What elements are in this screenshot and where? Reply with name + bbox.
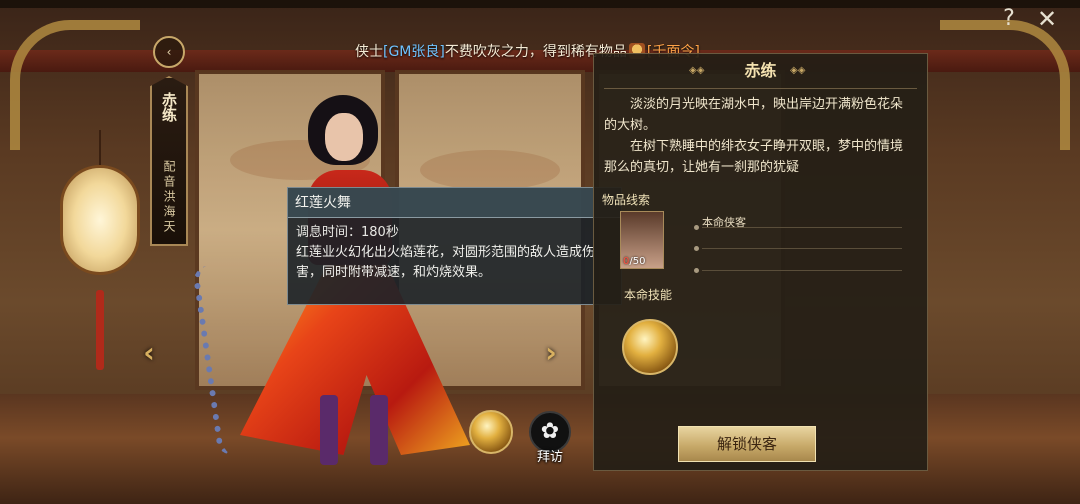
character-name-banner: 赤练 配音洪海天 xyxy=(150,76,188,246)
broadcast-prefix: 侠士 xyxy=(355,44,383,60)
clue-count: 0/50 xyxy=(623,256,646,267)
clue-bullet xyxy=(694,225,699,230)
voice-actor: 配音洪海天 xyxy=(162,160,176,235)
next-character-icon[interactable]: › xyxy=(540,338,562,368)
ornament-scroll-right xyxy=(940,20,1070,150)
visit-label[interactable]: 拜访 xyxy=(528,446,572,465)
clue-bullet xyxy=(694,268,699,273)
skill-tooltip: 红莲火舞 调息时间：180秒 红莲业火幻化出火焰莲花，对圆形范围的敌人造成伤害，… xyxy=(287,187,622,305)
top-strip xyxy=(0,0,1080,8)
chain-whip xyxy=(191,263,249,457)
unlock-hero-button[interactable]: 解锁侠客 xyxy=(678,426,816,462)
character-boot-left xyxy=(320,395,338,465)
prev-character-icon[interactable]: ‹ xyxy=(138,338,160,368)
panel-header: ◈◈ 赤练 ◈◈ xyxy=(594,54,927,88)
character-boot-right xyxy=(370,395,388,465)
lantern-cord xyxy=(99,130,101,165)
story-paragraph: 在树下熟睡中的绯衣女子睁开双眼，梦中的情境那么的真切，让她有一刹那的犹疑 xyxy=(604,139,904,175)
diamond-ornament-icon: ◈◈ xyxy=(689,65,705,76)
skill-tooltip-title: 红莲火舞 xyxy=(288,188,621,218)
story-paragraph: 淡淡的月光映在湖水中，映出岸边开满粉色花朵的大树。 xyxy=(604,97,904,133)
panel-title: 赤练 xyxy=(744,61,777,80)
clue-item-card[interactable]: 0/50 xyxy=(620,211,664,269)
clue-bullet xyxy=(694,246,699,251)
signature-skill-label: 本命技能 xyxy=(624,288,673,302)
divider xyxy=(604,88,917,89)
clue-line xyxy=(702,248,902,249)
skill-cooldown: 调息时间：180秒 xyxy=(296,225,399,240)
clue-line xyxy=(702,227,902,228)
signature-skill-icon[interactable] xyxy=(622,319,678,375)
help-icon[interactable]: ? xyxy=(996,6,1022,32)
lantern-tassel xyxy=(96,290,104,370)
skill-description: 红莲业火幻化出火焰莲花，对圆形范围的敌人造成伤害，同时附带减速，和灼烧效果。 xyxy=(296,245,596,280)
character-info-panel: ◈◈ 赤练 ◈◈ 淡淡的月光映在湖水中，映出岸边开满粉色花朵的大树。 在树下熟睡… xyxy=(593,53,928,471)
diamond-ornament-icon: ◈◈ xyxy=(790,65,806,76)
ornament-scroll-left xyxy=(10,20,140,150)
skill-orb-icon[interactable] xyxy=(469,410,513,454)
broadcast-gm-name: [GM张良] xyxy=(383,44,445,60)
character-story: 淡淡的月光映在湖水中，映出岸边开满粉色花朵的大树。 在树下熟睡中的绯衣女子睁开双… xyxy=(604,94,912,178)
item-clue-label: 物品线索 xyxy=(602,193,651,207)
character-face xyxy=(325,113,363,161)
paper-lantern xyxy=(60,165,140,275)
character-name: 赤练 xyxy=(160,92,178,122)
clue-line xyxy=(702,270,902,271)
close-icon[interactable]: ✕ xyxy=(1034,6,1060,32)
back-arrow-icon[interactable]: ‹ xyxy=(153,36,185,68)
